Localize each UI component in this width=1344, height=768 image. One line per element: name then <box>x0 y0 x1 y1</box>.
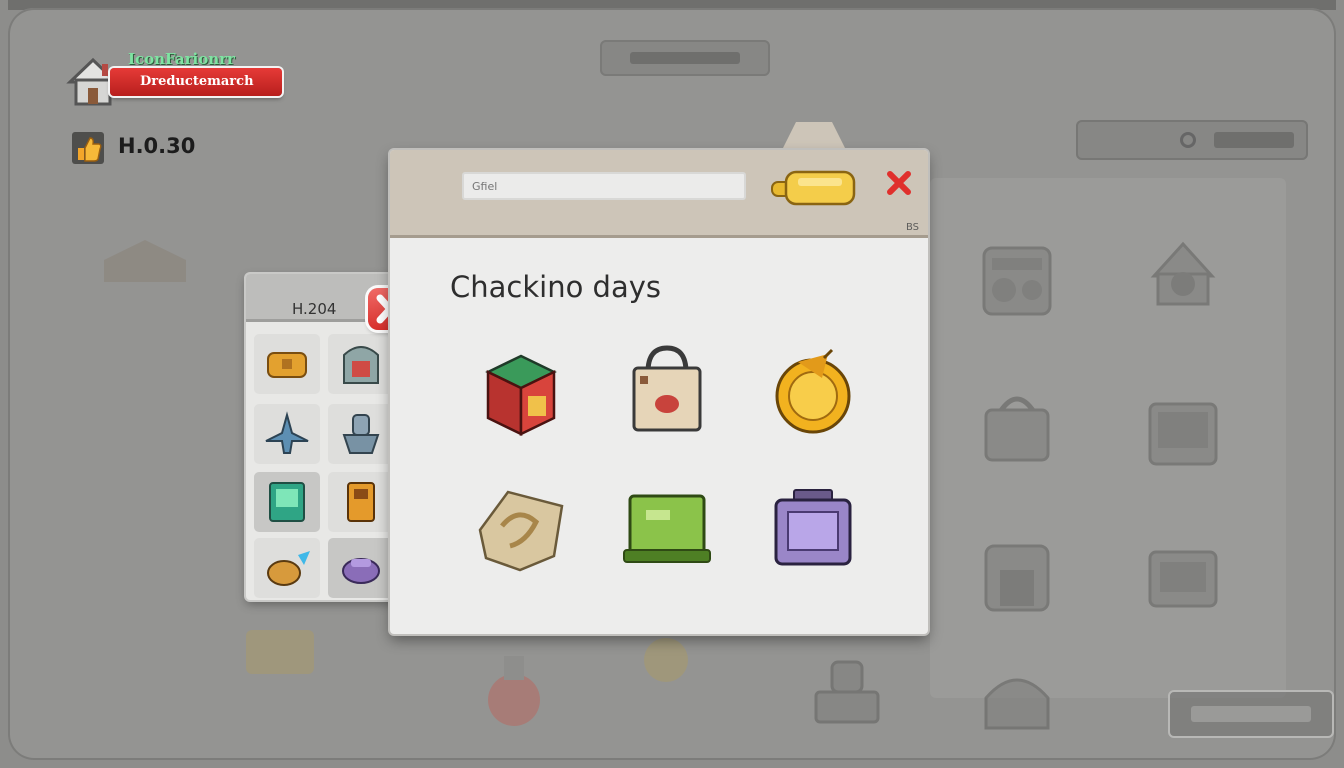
green-chest-icon <box>623 494 711 563</box>
like-counter: H.0.30 <box>118 134 196 158</box>
dialog-header: BS <box>390 150 928 238</box>
profile-banner[interactable]: Dreductemarch <box>110 68 282 96</box>
red-crate-icon <box>485 354 557 436</box>
background-potion-icon <box>488 656 540 726</box>
header-corner-label: BS <box>906 222 920 233</box>
card-icon <box>269 482 305 522</box>
robot-icon <box>342 414 380 454</box>
checkin-dialog: BS Chackino days <box>390 150 928 634</box>
reward-slot-1[interactable] <box>466 338 576 448</box>
jet-icon <box>265 411 309 454</box>
key-action-button[interactable] <box>768 164 860 212</box>
purple-disc-icon <box>342 558 380 584</box>
treasure-map-icon <box>478 490 564 572</box>
background-bag-icon <box>984 396 1050 462</box>
shrine-icon <box>343 346 379 384</box>
reward-slot-5[interactable] <box>612 476 722 586</box>
door-icon <box>347 482 375 522</box>
reward-slot-6[interactable] <box>758 476 868 586</box>
background-printer-icon <box>1148 550 1218 608</box>
background-search-bar <box>1076 120 1308 160</box>
close-icon <box>887 171 911 195</box>
reward-slot-2[interactable] <box>612 338 722 448</box>
background-coin-icon <box>644 638 688 682</box>
background-lamp-icon <box>814 660 880 724</box>
background-helmet-icon <box>984 678 1050 730</box>
golden-key-icon <box>771 170 856 206</box>
game-title: IconFarionrr <box>128 50 235 68</box>
side-slot-card[interactable] <box>254 472 320 532</box>
background-dome-icon <box>1150 241 1216 306</box>
side-slot-jet[interactable] <box>254 404 320 464</box>
background-stove-icon <box>984 544 1050 612</box>
side-slot-shrine[interactable] <box>328 334 394 394</box>
background-terminal-icon <box>1148 402 1218 466</box>
side-slot-robot[interactable] <box>328 404 394 464</box>
treasure-chest-icon <box>267 352 307 378</box>
search-input[interactable] <box>462 172 746 200</box>
purple-monitor-icon <box>774 489 852 566</box>
side-panel-value: H.204 <box>292 300 337 318</box>
background-title-bar <box>600 40 770 76</box>
side-slot-disc[interactable] <box>328 538 394 598</box>
reward-slot-4[interactable] <box>466 476 576 586</box>
background-radio-icon <box>982 246 1052 316</box>
golden-coin-icon <box>775 348 851 434</box>
background-chest-icon <box>246 630 314 674</box>
reward-slot-3[interactable] <box>758 338 868 448</box>
thumbs-up-icon <box>72 132 104 164</box>
creature-icon <box>267 551 310 586</box>
dialog-close-button[interactable] <box>882 166 916 200</box>
side-slot-chest[interactable] <box>254 334 320 394</box>
side-slot-creature[interactable] <box>254 538 320 598</box>
side-slot-door[interactable] <box>328 472 394 532</box>
background-house-icon <box>104 240 186 282</box>
shopping-bag-icon <box>632 345 702 432</box>
dialog-title: Chackino days <box>450 270 661 304</box>
watermark-badge <box>1168 690 1334 738</box>
